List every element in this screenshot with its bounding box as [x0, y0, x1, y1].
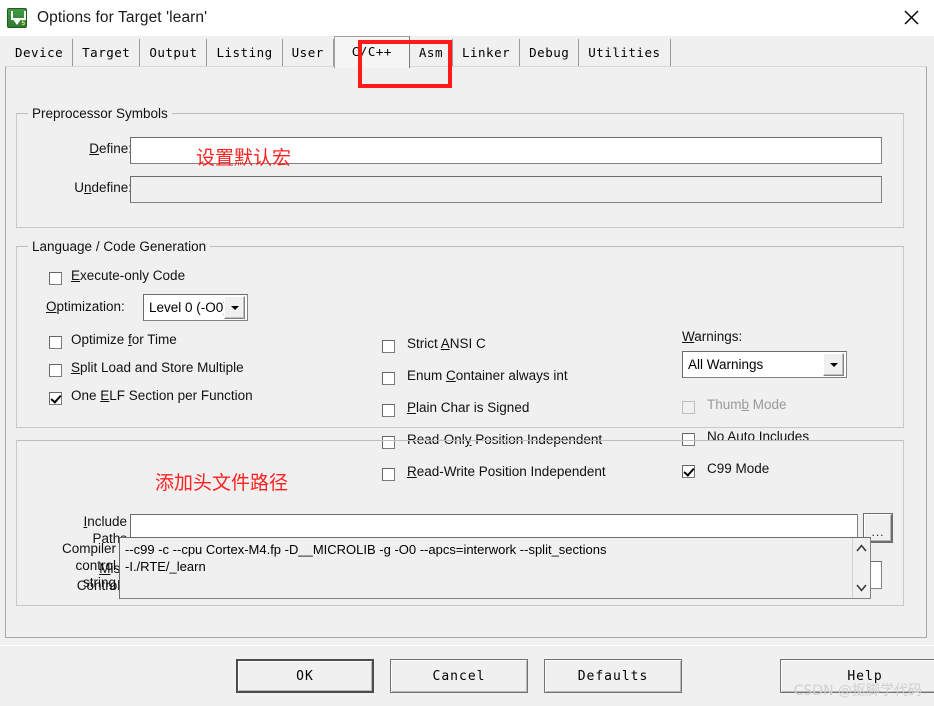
dialog-button-bar: OK Cancel Defaults Help [0, 645, 934, 706]
label-plain-char-is-signed: Plain Char is Signed [407, 400, 530, 415]
preprocessor-symbols-group: Preprocessor Symbols Define: Undefine: [16, 106, 904, 228]
tab-linker[interactable]: Linker [452, 39, 521, 67]
checkbox-strict-ansi-c[interactable] [382, 340, 395, 353]
undefine-label: Undefine: [74, 180, 132, 195]
warnings-combobox[interactable]: All Warnings [682, 351, 847, 378]
tab-debug[interactable]: Debug [520, 39, 580, 67]
ok-button[interactable]: OK [236, 659, 374, 693]
warnings-value: All Warnings [688, 357, 764, 372]
checkbox-execute-only-code[interactable] [49, 272, 62, 285]
compiler-control-string-label: Compiler control string [61, 541, 116, 590]
compiler-string-scrollbar[interactable] [852, 538, 870, 598]
cancel-button[interactable]: Cancel [390, 659, 528, 693]
compiler-control-string-box[interactable]: --c99 -c --cpu Cortex-M4.fp -D__MICROLIB… [119, 537, 871, 599]
undefine-input[interactable] [130, 176, 882, 203]
checkbox-enum-container-always-int[interactable] [382, 372, 395, 385]
tab-utilities[interactable]: Utilities [579, 39, 671, 67]
label-thumb-mode: Thumb Mode [707, 397, 787, 412]
window-title: Options for Target 'learn' [37, 9, 208, 26]
label-optimize-for-time: Optimize for Time [71, 332, 177, 347]
close-icon [904, 10, 918, 24]
warnings-label: Warnings: [682, 329, 743, 344]
optimization-label: Optimization: [46, 299, 125, 314]
label-enum-container-always-int: Enum Container always int [407, 368, 568, 383]
tab-output[interactable]: Output [140, 39, 208, 67]
help-button[interactable]: Help [780, 659, 934, 693]
keil-uvision5-icon: 5 [7, 8, 27, 28]
tab-listing[interactable]: Listing [207, 39, 283, 67]
optimization-value: Level 0 (-O0) [149, 300, 224, 315]
scroll-down-icon[interactable] [853, 579, 870, 596]
options-dialog: 5 Options for Target 'learn' Device Targ… [0, 0, 934, 706]
checkbox-one-elf-section-per-function[interactable] [49, 392, 62, 405]
chevron-down-icon[interactable] [224, 296, 245, 319]
defaults-button[interactable]: Defaults [544, 659, 682, 693]
tab-content-panel: Preprocessor Symbols Define: Undefine: L… [5, 66, 927, 638]
tab-target[interactable]: Target [73, 39, 141, 67]
tab-user[interactable]: User [282, 39, 334, 67]
checkbox-optimize-for-time[interactable] [49, 336, 62, 349]
compiler-control-string-value: --c99 -c --cpu Cortex-M4.fp -D__MICROLIB… [125, 542, 607, 574]
close-button[interactable] [888, 0, 934, 34]
optimization-combobox[interactable]: Level 0 (-O0) [143, 294, 248, 321]
preprocessor-symbols-title: Preprocessor Symbols [28, 106, 172, 121]
checkbox-split-load-and-store-multiple[interactable] [49, 364, 62, 377]
label-one-elf-section-per-function: One ELF Section per Function [71, 388, 253, 403]
checkbox-plain-char-is-signed[interactable] [382, 404, 395, 417]
language-code-generation-title: Language / Code Generation [28, 239, 211, 254]
title-bar: 5 Options for Target 'learn' [0, 0, 934, 36]
scroll-up-icon[interactable] [853, 540, 870, 557]
label-execute-only-code: Execute-only Code [71, 268, 186, 283]
checkbox-thumb-mode[interactable] [682, 401, 695, 414]
tab-list: Device Target Output Listing User C/C++ … [6, 36, 671, 68]
tab-c-cpp[interactable]: C/C++ [333, 36, 410, 68]
tab-asm[interactable]: Asm [409, 39, 453, 67]
tab-device[interactable]: Device [6, 39, 74, 67]
chevron-down-icon[interactable] [823, 353, 844, 376]
label-strict-ansi-c: Strict ANSI C [407, 336, 486, 351]
tab-strip: Device Target Output Listing User C/C++ … [0, 36, 934, 68]
define-label: Define: [89, 141, 132, 156]
language-code-generation-group: Language / Code Generation Execute-only … [16, 239, 904, 481]
define-input[interactable] [130, 137, 882, 164]
label-split-load-and-store-multiple: Split Load and Store Multiple [71, 360, 244, 375]
